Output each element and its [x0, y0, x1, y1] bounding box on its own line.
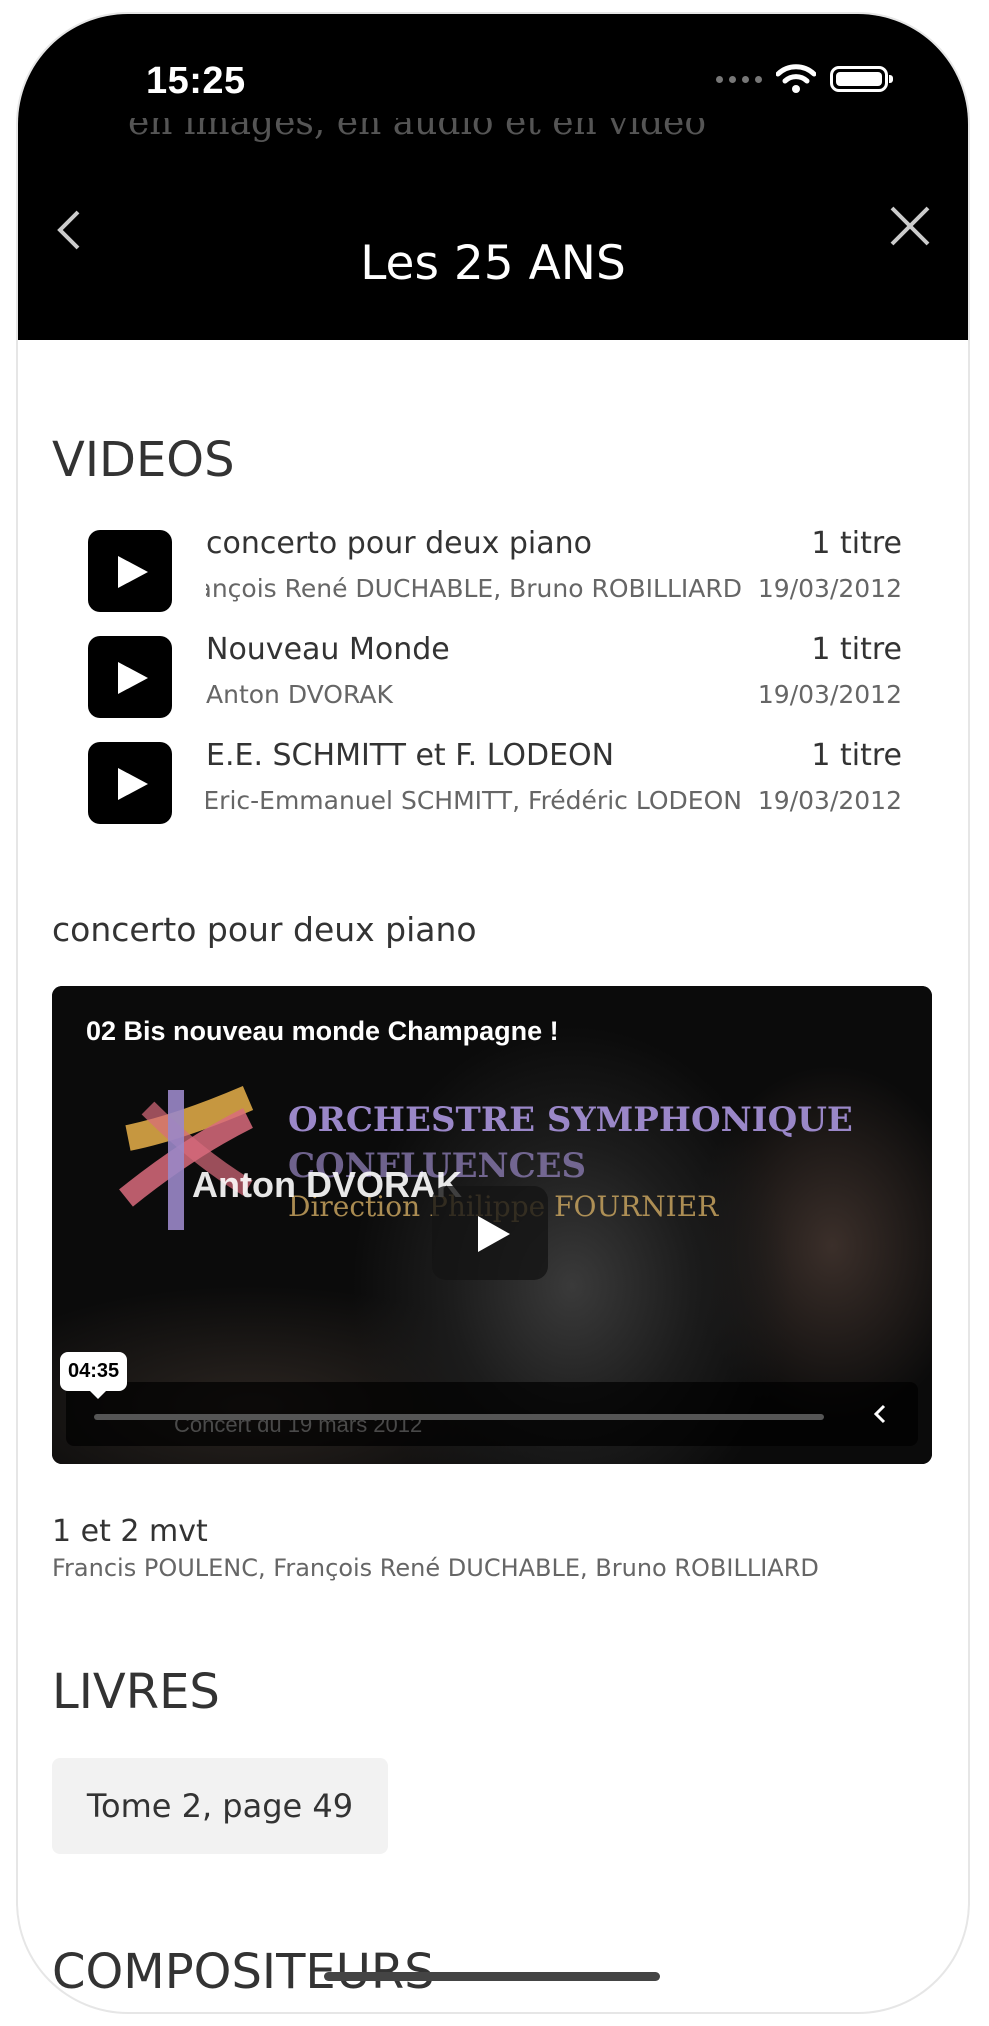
play-button[interactable]: [432, 1186, 548, 1280]
duration-badge: 04:35: [60, 1352, 128, 1399]
close-icon: [890, 206, 930, 246]
wifi-icon: [776, 64, 816, 93]
album-date: 19/03/2012: [757, 680, 902, 709]
video-album-row[interactable]: E.E. SCHMITT et F. LODEON Eric-Emmanuel …: [88, 738, 908, 828]
videos-heading: VIDEOS: [52, 432, 235, 488]
app-screen: 15:25 en images, en audio et en vidéo Le…: [18, 14, 968, 2012]
book-reference-button[interactable]: Tome 2, page 49: [52, 1758, 388, 1854]
overlay-composer: Anton DVORAK: [192, 1164, 462, 1205]
album-count: 1 titre: [811, 632, 902, 667]
status-icons: [716, 64, 893, 94]
header-bar: 15:25 en images, en audio et en vidéo Le…: [18, 14, 968, 340]
status-time: 15:25: [146, 60, 246, 102]
play-icon: [88, 530, 172, 612]
album-title: concerto pour deux piano: [206, 526, 593, 561]
selected-album-title: concerto pour deux piano: [52, 910, 477, 949]
scrolled-header-text: en images, en audio et en vidéo: [128, 118, 707, 143]
play-icon: [88, 742, 172, 824]
current-video-artists: Francis POULENC, François René DUCHABLE,…: [52, 1554, 819, 1582]
close-button[interactable]: [880, 196, 940, 256]
album-title: Nouveau Monde: [206, 632, 450, 667]
chevron-left-icon[interactable]: [866, 1400, 894, 1428]
album-count: 1 titre: [811, 738, 902, 773]
signal-icon: [716, 75, 762, 83]
battery-icon: [830, 66, 893, 92]
video-album-row[interactable]: concerto pour deux piano François René D…: [88, 526, 908, 616]
page-title: Les 25 ANS: [360, 236, 626, 291]
album-count: 1 titre: [811, 526, 902, 561]
album-date: 19/03/2012: [757, 574, 902, 603]
album-title: E.E. SCHMITT et F. LODEON: [206, 738, 615, 773]
orchestra-logo: [119, 1086, 254, 1230]
play-icon: [88, 636, 172, 718]
overlay-text: ORCHESTRE SYMPHONIQUE: [288, 1100, 853, 1140]
current-video-name: 1 et 2 mvt: [52, 1514, 208, 1549]
album-artists: Eric-Emmanuel SCHMITT, Frédéric LODEON: [206, 786, 742, 815]
album-artists: François René DUCHABLE, Bruno ROBILLIARD: [206, 574, 742, 603]
album-date: 19/03/2012: [757, 786, 902, 815]
play-icon: [478, 1216, 510, 1252]
video-title: 02 Bis nouveau monde Champagne !: [86, 1016, 559, 1046]
progress-bar[interactable]: [94, 1414, 824, 1420]
player-controls: Concert du 19 mars 2012: [66, 1382, 918, 1446]
video-player[interactable]: 02 Bis nouveau monde Champagne ! ORCHEST…: [52, 986, 932, 1464]
books-heading: LIVRES: [52, 1664, 220, 1720]
home-indicator[interactable]: [324, 1972, 660, 1981]
video-album-row[interactable]: Nouveau Monde Anton DVORAK 1 titre 19/03…: [88, 632, 908, 722]
album-artists: Anton DVORAK: [206, 680, 393, 709]
